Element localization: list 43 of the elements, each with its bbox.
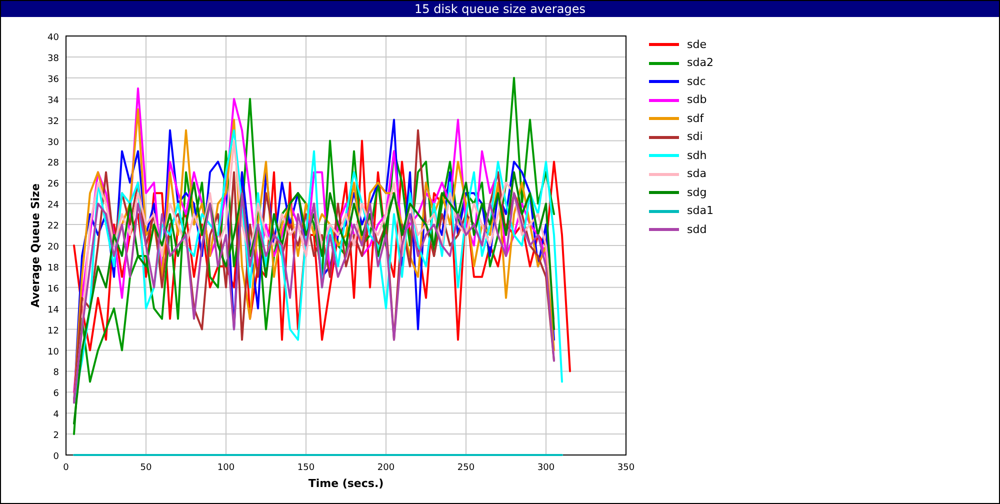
tick-label: 10 — [48, 347, 59, 358]
tick-label: 22 — [48, 222, 59, 232]
tick-label: 350 — [617, 463, 635, 473]
x-axis-title: Time (secs.) — [308, 477, 384, 490]
tick-label: 200 — [377, 463, 395, 473]
tick-label: 300 — [537, 463, 555, 473]
tick-label: 30 — [48, 138, 59, 148]
tick-label: 50 — [140, 463, 152, 473]
legend-label: sdb — [687, 93, 707, 108]
tick-label: 0 — [63, 463, 69, 473]
tick-label: 36 — [48, 74, 59, 85]
tick-label: 4 — [53, 410, 59, 420]
legend-label: sdg — [687, 186, 707, 200]
legend-label: sdc — [687, 74, 706, 89]
tick-label: 24 — [48, 200, 59, 211]
legend-label: sdf — [687, 112, 704, 126]
legend-label: sda — [687, 167, 706, 182]
tick-label: 2 — [53, 431, 59, 442]
legend-label: sda2 — [687, 56, 714, 70]
tick-label: 100 — [217, 463, 235, 473]
legend-label: sde — [687, 38, 706, 52]
tick-label: 8 — [53, 368, 59, 378]
tick-label: 14 — [48, 305, 59, 316]
tick-label: 6 — [53, 389, 59, 400]
legend-label: sdi — [687, 130, 703, 144]
legend-label: sda1 — [687, 204, 714, 218]
tick-label: 26 — [48, 180, 59, 190]
tick-label: 20 — [48, 242, 59, 252]
tick-label: 28 — [48, 158, 59, 169]
tick-label: 32 — [48, 116, 59, 127]
tick-label: 34 — [48, 96, 59, 106]
y-axis-title: Average Queue Size — [29, 183, 42, 308]
legend-label: sdh — [687, 148, 707, 163]
legend-label: sdd — [687, 222, 707, 237]
tick-label: 0 — [53, 452, 59, 462]
tick-label: 18 — [48, 263, 59, 274]
tick-label: 150 — [297, 463, 315, 473]
tick-label: 250 — [457, 463, 475, 473]
tick-label: 38 — [48, 54, 59, 64]
chart-title: 15 disk queue size averages — [1, 1, 999, 17]
tick-label: 12 — [48, 326, 59, 336]
tick-label: 40 — [48, 33, 59, 43]
tick-label: 16 — [48, 284, 59, 294]
